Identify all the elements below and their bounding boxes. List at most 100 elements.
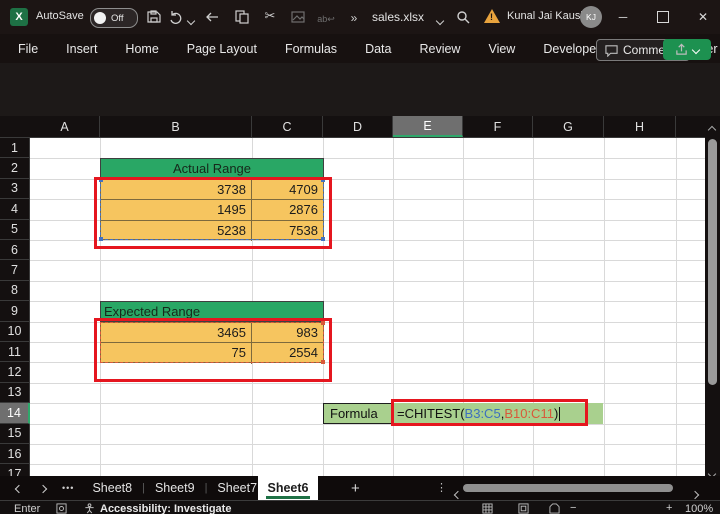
autosave-toggle[interactable]: Off [90,8,138,28]
row-header-15[interactable]: 15 [0,423,30,444]
actual-range-label: Actual Range [172,161,252,176]
share-icon [675,43,688,56]
column-header-F[interactable]: F [463,116,533,137]
ribbon-tab-review[interactable]: Review [418,42,461,56]
ribbon-tab-home[interactable]: Home [124,42,159,56]
page-layout-view-icon[interactable] [518,503,529,514]
row-header-12[interactable]: 12 [0,362,30,383]
translate-icon: ab↩ [317,13,335,24]
copy-icon[interactable] [234,9,250,25]
share-button[interactable] [663,39,711,60]
excel-window: X AutoSave Off ✂ ab↩ » sales.xlsx ! Kuna… [0,0,720,514]
gridline [30,280,705,282]
mode-indicator: Enter [14,503,41,514]
toggle-knob-icon [94,12,106,24]
actual-range-header-cell[interactable]: Actual Range [100,158,324,179]
horizontal-scroll-thumb[interactable] [463,484,673,492]
ribbon-tab-view[interactable]: View [487,42,516,56]
column-header-B[interactable]: B [100,116,252,137]
normal-view-icon[interactable] [482,503,493,514]
vertical-scroll-thumb[interactable] [708,139,717,385]
tab-sheet9[interactable]: Sheet9 [145,481,205,495]
autosave-state: Off [111,12,124,24]
ribbon-tab-developer[interactable]: Developer [542,42,601,56]
ribbon-tab-data[interactable]: Data [364,42,392,56]
row-header-14[interactable]: 14 [0,403,30,424]
status-bar: Enter Accessibility: Investigate − + 100… [0,500,720,514]
title-bar: X AutoSave Off ✂ ab↩ » sales.xlsx ! Kuna… [0,0,720,34]
sheet-grid[interactable]: Actual Range 3738 4709 1495 2876 5238 7538 Ex… [30,138,705,476]
column-header-H[interactable]: H [604,116,676,137]
ribbon-tab-insert[interactable]: Insert [65,42,98,56]
macro-record-icon[interactable] [56,503,67,514]
maximize-icon [657,11,669,23]
formula-bar: E14 ⋮ ✕ ✓ fx =CHITEST(B3:C5,B10:C11) [0,63,720,175]
add-sheet-button[interactable]: + [351,480,360,497]
row-header-1[interactable]: 1 [0,138,30,159]
undo-dropdown-icon[interactable] [183,13,199,29]
tabbar-menu-icon[interactable]: ⋮ [436,481,447,494]
annotation-box-actual-range [94,177,332,249]
zoom-in-button[interactable]: + [666,502,672,514]
row-header-9[interactable]: 9 [0,301,30,322]
row-header-11[interactable]: 11 [0,342,30,363]
row-header-5[interactable]: 5 [0,219,30,240]
toolbar-overflow-icon[interactable]: » [346,10,362,26]
close-button[interactable]: ✕ [688,4,718,30]
ribbon-tab-formulas[interactable]: Formulas [284,42,338,56]
gridline [30,382,705,384]
column-header-G[interactable]: G [533,116,604,137]
formula-label: Formula [330,406,378,421]
row-header-4[interactable]: 4 [0,199,30,220]
filename-dropdown-icon[interactable] [432,13,448,29]
tabs-scroll-right-icon[interactable] [38,479,48,497]
search-icon[interactable] [455,9,471,25]
column-header-D[interactable]: D [323,116,393,137]
gridline [30,464,705,466]
ribbon-tab-file[interactable]: File [17,42,39,56]
save-icon[interactable] [146,9,162,25]
warning-bang: ! [490,12,493,22]
formula-label-cell[interactable]: Formula [323,403,393,424]
expected-range-label: Expected Range [104,304,201,319]
row-header-2[interactable]: 2 [0,158,30,179]
tab-sheet6-active[interactable]: Sheet6 [258,476,318,500]
row-headers: 1 2 3 4 5 6 7 8 9 10 11 12 13 14 15 16 17 [0,138,30,485]
page-break-view-icon[interactable] [549,503,560,514]
gridline [30,260,705,262]
tabs-scroll-left-icon[interactable] [14,479,24,497]
filename[interactable]: sales.xlsx [372,10,424,24]
annotation-box-formula-cell [391,399,588,426]
annotation-box-expected-range [94,318,332,382]
row-header-3[interactable]: 3 [0,178,30,200]
avatar[interactable]: KJ [580,6,602,28]
undo-icon[interactable] [168,9,184,25]
minimize-button[interactable]: ─ [608,4,638,30]
row-header-10[interactable]: 10 [0,321,30,342]
row-header-7[interactable]: 7 [0,260,30,281]
accessibility-status[interactable]: Accessibility: Investigate [100,503,231,514]
column-headers: ABCDEFGH [0,116,720,138]
cut-icon[interactable]: ✂ [262,8,278,24]
row-header-16[interactable]: 16 [0,444,30,465]
share-dropdown-icon [691,45,701,54]
all-sheets-icon[interactable]: ••• [62,483,74,493]
back-arrow-icon[interactable] [204,9,220,25]
row-header-13[interactable]: 13 [0,382,30,404]
zoom-out-button[interactable]: − [570,502,576,514]
row-header-6[interactable]: 6 [0,240,30,261]
column-header-E[interactable]: E [393,116,463,137]
ribbon-tab-page-layout[interactable]: Page Layout [186,42,258,56]
accessibility-icon[interactable] [84,503,95,514]
column-header-C[interactable]: C [252,116,323,137]
maximize-button[interactable] [648,4,678,30]
gridline [30,444,705,445]
tab-sheet8[interactable]: Sheet8 [82,481,142,495]
row-header-8[interactable]: 8 [0,280,30,302]
comment-icon [605,44,618,57]
scroll-up-icon[interactable] [707,120,717,138]
excel-logo-icon: X [10,8,28,26]
gridline [676,138,677,476]
column-header-A[interactable]: A [30,116,100,137]
zoom-level[interactable]: 100% [685,503,713,514]
